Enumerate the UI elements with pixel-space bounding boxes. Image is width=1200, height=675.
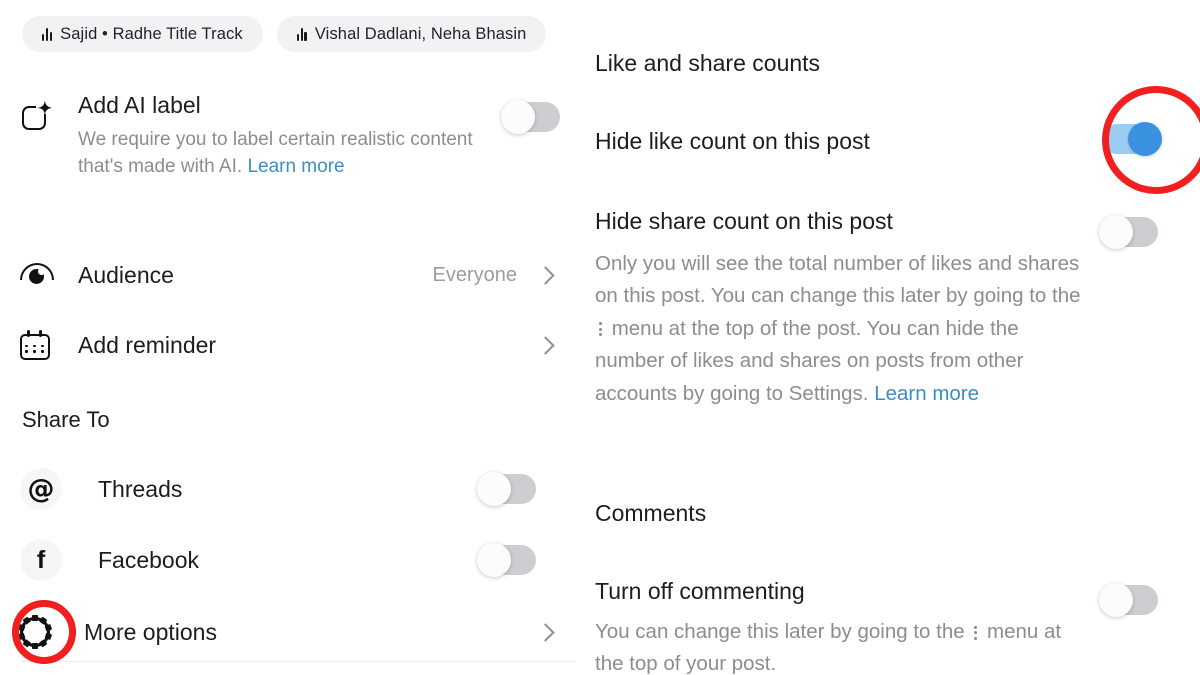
gear-icon-container: [17, 615, 78, 649]
desc-part-1: Only you will see the total number of li…: [595, 252, 1081, 308]
hide-like-count-toggle[interactable]: [1102, 122, 1162, 156]
audience-value: Everyone: [432, 263, 518, 286]
add-ai-label-description: We require you to label certain realisti…: [78, 126, 494, 181]
share-to-item-facebook[interactable]: f Facebook: [20, 533, 560, 587]
facebook-label: Facebook: [98, 546, 200, 573]
audio-chip-label: Vishal Dadlani, Neha Bhasin: [314, 24, 527, 43]
threads-label: Threads: [98, 475, 183, 502]
left-panel-divider: [22, 661, 575, 662]
eye-icon: [20, 263, 54, 287]
audio-waveform-icon: [296, 27, 307, 41]
audio-chip[interactable]: Sajid • Radhe Title Track: [22, 16, 263, 52]
left-panel: Sajid • Radhe Title Track Vishal Dadlani…: [0, 0, 575, 675]
hide-share-count-toggle[interactable]: [1099, 215, 1158, 249]
toggle-knob: [1128, 122, 1162, 156]
add-reminder-label: Add reminder: [78, 331, 217, 358]
like-share-counts-header: Like and share counts: [595, 50, 821, 76]
audience-label: Audience: [78, 261, 174, 288]
comments-header: Comments: [595, 500, 707, 526]
ai-icon-container: ✦: [20, 92, 78, 132]
add-ai-label-text: Add AI label We require you to label cer…: [78, 92, 504, 181]
ai-sparkle-icon: ✦: [22, 100, 52, 132]
audio-chip[interactable]: Vishal Dadlani, Neha Bhasin: [276, 16, 547, 52]
kebab-menu-icon: [599, 322, 602, 337]
turn-off-commenting-description: You can change this later by going to th…: [595, 616, 1085, 675]
facebook-icon: f: [20, 539, 62, 581]
chevron-right-icon: [536, 335, 555, 355]
audio-chips-row: Sajid • Radhe Title Track Vishal Dadlani…: [22, 16, 547, 52]
kebab-menu-icon: [974, 625, 978, 640]
chevron-right-icon: [536, 265, 555, 285]
toggle-knob: [501, 100, 535, 134]
add-ai-label-title: Add AI label: [78, 92, 201, 118]
hide-share-learn-more-link[interactable]: Learn more: [874, 382, 979, 405]
add-ai-label-row[interactable]: ✦ Add AI label We require you to label c…: [20, 92, 560, 181]
share-to-header: Share To: [22, 407, 110, 432]
hide-share-count-description: Only you will see the total number of li…: [595, 248, 1085, 410]
audio-waveform-icon: [42, 27, 53, 41]
toggle-knob: [1099, 215, 1133, 249]
add-ai-label-toggle[interactable]: [501, 100, 560, 134]
gear-icon: [17, 615, 53, 649]
facebook-toggle[interactable]: [477, 543, 536, 577]
toggle-knob: [477, 472, 511, 506]
share-to-item-more-options[interactable]: More options: [17, 605, 560, 659]
hide-like-count-title: Hide like count on this post: [595, 128, 870, 154]
toggle-knob: [477, 543, 511, 577]
toggle-knob: [1099, 583, 1133, 617]
hide-share-count-title: Hide share count on this post: [595, 208, 893, 234]
share-to-item-threads[interactable]: @ Threads: [20, 462, 560, 516]
eye-icon-container: [20, 263, 78, 287]
share-settings-screen: Sajid • Radhe Title Track Vishal Dadlani…: [0, 0, 1200, 675]
turn-off-commenting-title: Turn off commenting: [595, 578, 805, 604]
threads-icon: @: [20, 468, 62, 510]
chevron-right-icon: [536, 622, 555, 642]
add-reminder-row[interactable]: Add reminder: [20, 318, 560, 372]
threads-icon-container: @: [20, 468, 78, 510]
ai-learn-more-link[interactable]: Learn more: [247, 156, 344, 177]
right-panel: Like and share counts Hide like count on…: [575, 0, 1200, 675]
facebook-icon-container: f: [20, 539, 78, 581]
desc-part-1: You can change this later by going to th…: [595, 620, 971, 643]
calendar-icon: [20, 329, 50, 360]
calendar-icon-container: [20, 329, 78, 360]
audio-chip-label: Sajid • Radhe Title Track: [60, 24, 243, 43]
turn-off-commenting-toggle[interactable]: [1099, 583, 1158, 617]
audience-row[interactable]: Audience Everyone: [20, 248, 560, 302]
more-options-label: More options: [84, 618, 217, 645]
threads-toggle[interactable]: [477, 472, 536, 506]
